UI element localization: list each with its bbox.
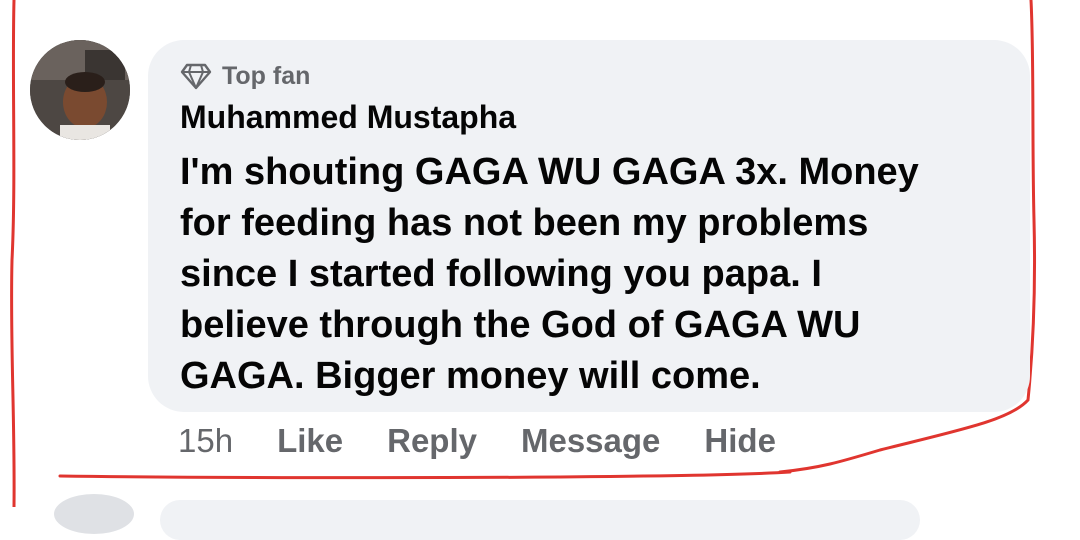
top-fan-badge[interactable]: Top fan: [180, 58, 310, 94]
like-button[interactable]: Like: [277, 422, 343, 460]
reply-button[interactable]: Reply: [387, 422, 477, 460]
comment-text-line: since I started following you papa. I: [180, 253, 822, 295]
diamond-icon: [180, 63, 212, 90]
hide-button[interactable]: Hide: [704, 422, 776, 460]
avatar-photo: [30, 40, 130, 140]
comment-author[interactable]: Muhammed Mustapha: [180, 99, 516, 136]
next-comment-bubble: [160, 500, 920, 540]
comment-text-line: for feeding has not been my problems: [180, 202, 869, 244]
avatar[interactable]: [30, 40, 130, 140]
badge-label: Top fan: [222, 61, 311, 90]
next-comment-avatar[interactable]: [54, 494, 134, 534]
comment-timestamp[interactable]: 15h: [178, 422, 233, 460]
comment-text: I'm shouting GAGA WU GAGA 3x. Money for …: [180, 147, 1020, 402]
comment-actions: 15h Like Reply Message Hide: [178, 422, 776, 460]
comment-text-line: GAGA. Bigger money will come.: [180, 355, 761, 397]
message-button[interactable]: Message: [521, 422, 660, 460]
comment-text-line: I'm shouting GAGA WU GAGA 3x. Money: [180, 151, 919, 193]
comment-text-line: believe through the God of GAGA WU: [180, 304, 861, 346]
